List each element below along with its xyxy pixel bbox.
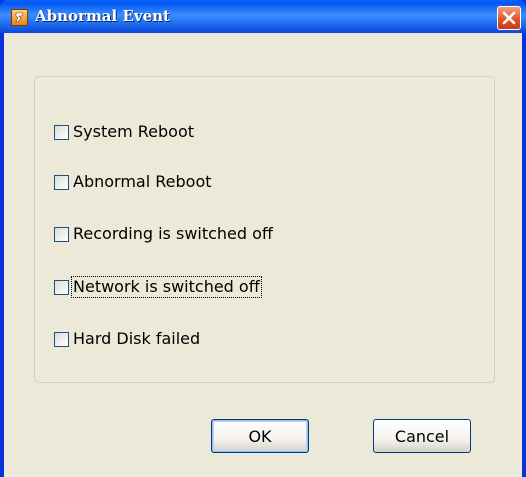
network-off-checkbox[interactable] (54, 279, 69, 295)
abnormal-reboot-checkbox[interactable] (54, 174, 69, 190)
option-hard-disk-failed[interactable]: Hard Disk failed (54, 327, 201, 351)
network-off-label: Network is switched off (71, 276, 262, 298)
option-system-reboot[interactable]: System Reboot (54, 120, 195, 144)
event-options-group: System Reboot Abnormal Reboot Recording … (34, 76, 495, 383)
dialog-body: System Reboot Abnormal Reboot Recording … (4, 33, 522, 477)
option-network-off[interactable]: Network is switched off (54, 275, 262, 299)
option-recording-off[interactable]: Recording is switched off (54, 222, 274, 246)
cancel-button[interactable]: Cancel (373, 419, 471, 453)
abnormal-reboot-label: Abnormal Reboot (73, 172, 212, 191)
close-button[interactable] (497, 6, 521, 30)
dialog-window: Abnormal Event System Reboot Abnormal Re… (0, 0, 526, 477)
system-reboot-checkbox[interactable] (54, 124, 69, 140)
ok-button[interactable]: OK (211, 419, 309, 453)
title-bar[interactable]: Abnormal Event (0, 0, 526, 33)
system-reboot-label: System Reboot (73, 122, 194, 141)
recording-off-checkbox[interactable] (54, 226, 69, 242)
option-abnormal-reboot[interactable]: Abnormal Reboot (54, 170, 213, 194)
close-icon (502, 11, 516, 25)
app-icon (11, 9, 28, 26)
recording-off-label: Recording is switched off (73, 224, 273, 243)
hard-disk-failed-label: Hard Disk failed (73, 329, 201, 348)
hard-disk-failed-checkbox[interactable] (54, 331, 69, 347)
window-title: Abnormal Event (35, 7, 170, 25)
